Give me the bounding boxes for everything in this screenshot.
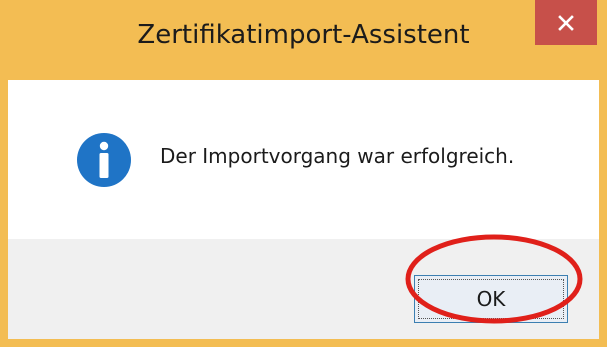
dialog-window: Zertifikatimport-Assistent Der Importvor… [0,0,607,347]
focus-rectangle [418,279,564,319]
close-button[interactable] [535,0,597,45]
dialog-content: Der Importvorgang war erfolgreich. [8,80,599,239]
ok-button[interactable]: OK [414,275,568,323]
title-bar[interactable]: Zertifikatimport-Assistent [0,0,607,80]
close-icon [558,14,574,31]
info-icon [77,133,131,187]
window-title: Zertifikatimport-Assistent [137,20,470,50]
dialog-footer: OK [8,239,599,339]
dialog-message: Der Importvorgang war erfolgreich. [160,144,515,168]
